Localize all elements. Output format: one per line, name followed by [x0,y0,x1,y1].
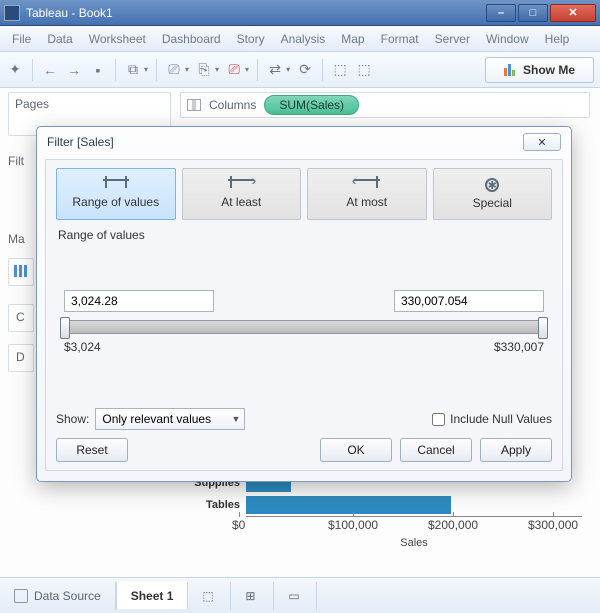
tab-special[interactable]: ✱ Special [433,168,553,220]
menu-data[interactable]: Data [41,30,78,48]
window-titlebar: Tableau - Book1 – □ ✕ [0,0,600,26]
data-source-icon[interactable]: ⧉ [124,61,142,79]
menu-help[interactable]: Help [539,30,576,48]
show-me-label: Show Me [523,63,575,77]
sort-asc-icon[interactable]: ⬚ [331,61,349,79]
x-axis: $0 $100,000 $200,000 $300,000 Sales [246,516,582,546]
filter-dialog: Filter [Sales] ✕ Range of values At leas… [36,126,572,482]
back-icon[interactable]: ← [41,61,59,79]
include-null-input[interactable] [432,413,445,426]
reset-button[interactable]: Reset [56,438,128,462]
max-value-input[interactable] [394,290,544,312]
menu-analysis[interactable]: Analysis [275,30,332,48]
menu-file[interactable]: File [6,30,37,48]
x-axis-title: Sales [400,537,428,549]
section-label: Range of values [58,228,552,242]
new-story-button[interactable]: ▭ [274,582,317,610]
menu-format[interactable]: Format [375,30,425,48]
minimize-button[interactable]: – [486,4,516,22]
pages-label: Pages [15,97,49,111]
separator [115,59,116,81]
swap-icon[interactable]: ⇄ [266,61,284,79]
at-least-icon [228,179,254,191]
separator [156,59,157,81]
menu-window[interactable]: Window [480,30,535,48]
new-dashboard-icon: ⊞ [245,589,259,603]
clear-icon[interactable]: ⎚ [225,61,243,79]
new-sheet-icon: ⬚ [202,589,216,603]
marks-card-stub[interactable]: C [8,304,34,332]
show-me-icon [504,64,515,76]
slider-handle-max[interactable] [538,317,548,339]
toolbar: ✦ ← → ▪ ⧉▾ ⎚▾ ⎘▾ ⎚▾ ⇄▾ ⟳ ⬚ ⬚ Show Me [0,52,600,88]
row-label: Tables [178,499,240,511]
maximize-button[interactable]: □ [518,4,548,22]
separator [32,59,33,81]
marks-label: Ma [8,232,25,246]
at-most-icon [354,179,380,191]
tableau-logo-icon[interactable]: ✦ [6,61,24,79]
new-worksheet-icon[interactable]: ⎚ [165,61,183,79]
show-label: Show: [56,412,89,426]
slider-min-label: $3,024 [64,340,101,354]
close-button[interactable]: ✕ [550,4,596,22]
duplicate-icon[interactable]: ⎘ [195,61,213,79]
bar-chart: Supplies Tables $0 $100,000 $200,000 $30… [178,472,582,592]
menu-server[interactable]: Server [429,30,476,48]
menu-dashboard[interactable]: Dashboard [156,30,227,48]
menu-story[interactable]: Story [231,30,271,48]
menu-map[interactable]: Map [335,30,370,48]
slider-max-label: $330,007 [494,340,544,354]
apply-button[interactable]: Apply [480,438,552,462]
show-me-button[interactable]: Show Me [485,57,594,83]
menu-worksheet[interactable]: Worksheet [83,30,152,48]
forward-icon[interactable]: → [65,61,83,79]
cancel-button[interactable]: Cancel [400,438,472,462]
tab-data-source[interactable]: Data Source [0,582,116,610]
data-source-icon [14,589,28,603]
app-icon [4,5,20,21]
marks-card-stub[interactable]: D [8,344,34,372]
slider-handle-min[interactable] [60,317,70,339]
new-worksheet-button[interactable]: ⬚ [188,582,231,610]
tab-at-most[interactable]: At most [307,168,427,220]
range-slider[interactable] [64,320,544,334]
dialog-close-button[interactable]: ✕ [523,133,561,151]
separator [322,59,323,81]
include-null-checkbox[interactable]: Include Null Values [432,412,552,426]
range-icon [103,179,129,191]
sort-desc-icon[interactable]: ⬚ [355,61,373,79]
special-icon: ✱ [485,178,499,192]
columns-label: Columns [209,98,256,112]
min-value-input[interactable] [64,290,214,312]
menu-bar: File Data Worksheet Dashboard Story Anal… [0,26,600,52]
show-select[interactable]: Only relevant values [95,408,245,430]
tab-range-of-values[interactable]: Range of values [56,168,176,220]
filters-label: Filt [8,154,24,168]
pill-sum-sales[interactable]: SUM(Sales) [264,95,359,115]
new-dashboard-button[interactable]: ⊞ [231,582,274,610]
separator [257,59,258,81]
save-icon[interactable]: ▪ [89,61,107,79]
tab-sheet-1[interactable]: Sheet 1 [116,581,189,609]
new-story-icon: ▭ [288,589,302,603]
window-title: Tableau - Book1 [26,6,113,20]
tab-at-least[interactable]: At least [182,168,302,220]
ok-button[interactable]: OK [320,438,392,462]
marks-card-stub[interactable] [8,258,34,286]
columns-shelf[interactable]: Columns SUM(Sales) [180,92,590,118]
dialog-title: Filter [Sales] [47,135,114,149]
columns-icon [187,99,201,111]
sheet-tabs: Data Source Sheet 1 ⬚ ⊞ ▭ [0,577,600,613]
refresh-icon[interactable]: ⟳ [296,61,314,79]
